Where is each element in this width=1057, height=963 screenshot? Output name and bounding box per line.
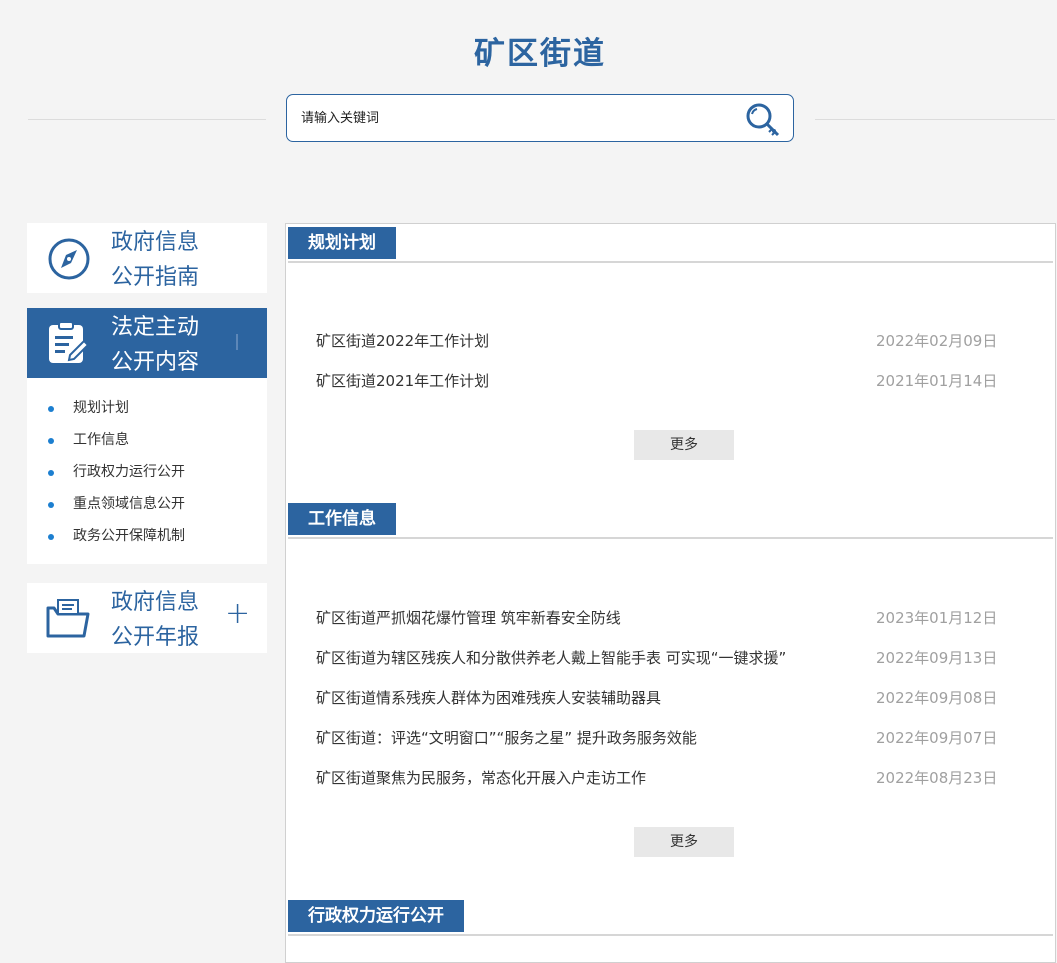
list-item-date: 2022年08月23日: [876, 769, 998, 787]
collapse-indicator: [236, 334, 238, 350]
divider-right: [815, 119, 1055, 120]
list-item[interactable]: 矿区街道2021年工作计划 2021年01月14日: [316, 370, 999, 392]
submenu-item-plan[interactable]: 规划计划: [27, 392, 267, 424]
list-item-title[interactable]: 矿区街道2022年工作计划: [316, 330, 489, 352]
section-tab-work-info[interactable]: 工作信息: [288, 503, 396, 535]
sidebar-item-active-label: 法定主动 公开内容: [111, 315, 200, 375]
list-item[interactable]: 矿区街道为辖区残疾人和分散供养老人戴上智能手表 可实现“一键求援” 2022年0…: [316, 647, 999, 669]
list-item[interactable]: 矿区街道情系残疾人群体为困难残疾人安装辅助器具 2022年09月08日: [316, 687, 999, 709]
section-header-work-info: 工作信息: [288, 503, 1053, 539]
more-button-work-info[interactable]: 更多: [634, 827, 734, 857]
sidebar-item-guide[interactable]: 政府信息 公开指南: [27, 223, 267, 293]
expand-plus-icon[interactable]: +: [225, 599, 250, 629]
sidebar-active-block: 法定主动 公开内容 规划计划 工作信息 行政权力运行公开 重点领域信息公开 政务…: [27, 308, 267, 564]
list-item-title[interactable]: 矿区街道2021年工作计划: [316, 370, 489, 392]
list-item-date: 2022年09月08日: [876, 689, 998, 707]
list-item[interactable]: 矿区街道：评选“文明窗口”“服务之星” 提升政务服务效能 2022年09月07日: [316, 727, 999, 749]
clipboard-edit-icon: [49, 321, 90, 363]
section-header-admin-power: 行政权力运行公开: [288, 900, 1053, 936]
section-header-plan: 规划计划: [288, 227, 1053, 263]
divider-left: [28, 119, 266, 120]
list-item-title[interactable]: 矿区街道情系残疾人群体为困难残疾人安装辅助器具: [316, 687, 661, 709]
submenu-item-admin-power[interactable]: 行政权力运行公开: [27, 456, 267, 488]
sidebar-item-annual-report[interactable]: 政府信息 公开年报 +: [27, 583, 267, 653]
sidebar-item-active-disclosure[interactable]: 法定主动 公开内容: [27, 308, 267, 378]
list-item-date: 2022年09月13日: [876, 649, 998, 667]
folder-documents-icon: [46, 599, 90, 638]
page-title: 矿区街道: [474, 36, 606, 72]
list-item[interactable]: 矿区街道聚焦为民服务，常态化开展入户走访工作 2022年08月23日: [316, 767, 999, 789]
search-box: [286, 94, 794, 142]
section-tab-plan[interactable]: 规划计划: [288, 227, 396, 259]
search-input[interactable]: [301, 107, 721, 129]
list-item-title[interactable]: 矿区街道严抓烟花爆竹管理 筑牢新春安全防线: [316, 607, 621, 629]
content-panel: 规划计划 矿区街道2022年工作计划 2022年02月09日 矿区街道2021年…: [285, 223, 1056, 963]
sidebar-guide-block: 政府信息 公开指南: [27, 223, 267, 293]
submenu-item-work-info[interactable]: 工作信息: [27, 424, 267, 456]
sidebar-annual-block: 政府信息 公开年报 +: [27, 583, 267, 653]
submenu-item-key-areas[interactable]: 重点领域信息公开: [27, 488, 267, 520]
list-item-date: 2022年09月07日: [876, 729, 998, 747]
list-item-date: 2022年02月09日: [876, 332, 998, 350]
more-button-plan[interactable]: 更多: [634, 430, 734, 460]
search-key-icon: [746, 103, 780, 137]
search-button[interactable]: [743, 100, 783, 138]
sidebar-submenu: 规划计划 工作信息 行政权力运行公开 重点领域信息公开 政务公开保障机制: [27, 378, 267, 564]
section-tab-admin-power[interactable]: 行政权力运行公开: [288, 900, 464, 932]
sidebar-item-guide-label: 政府信息 公开指南: [111, 230, 200, 290]
list-item-title[interactable]: 矿区街道：评选“文明窗口”“服务之星” 提升政务服务效能: [316, 727, 697, 749]
list-item-title[interactable]: 矿区街道聚焦为民服务，常态化开展入户走访工作: [316, 767, 646, 789]
list-item-date: 2021年01月14日: [876, 372, 998, 390]
list-item-date: 2023年01月12日: [876, 609, 998, 627]
sidebar-item-annual-label: 政府信息 公开年报: [111, 590, 200, 650]
submenu-item-safeguards[interactable]: 政务公开保障机制: [27, 520, 267, 552]
list-item[interactable]: 矿区街道2022年工作计划 2022年02月09日: [316, 330, 999, 352]
list-item[interactable]: 矿区街道严抓烟花爆竹管理 筑牢新春安全防线 2023年01月12日: [316, 607, 999, 629]
compass-icon: [48, 238, 90, 280]
list-item-title[interactable]: 矿区街道为辖区残疾人和分散供养老人戴上智能手表 可实现“一键求援”: [316, 647, 786, 669]
